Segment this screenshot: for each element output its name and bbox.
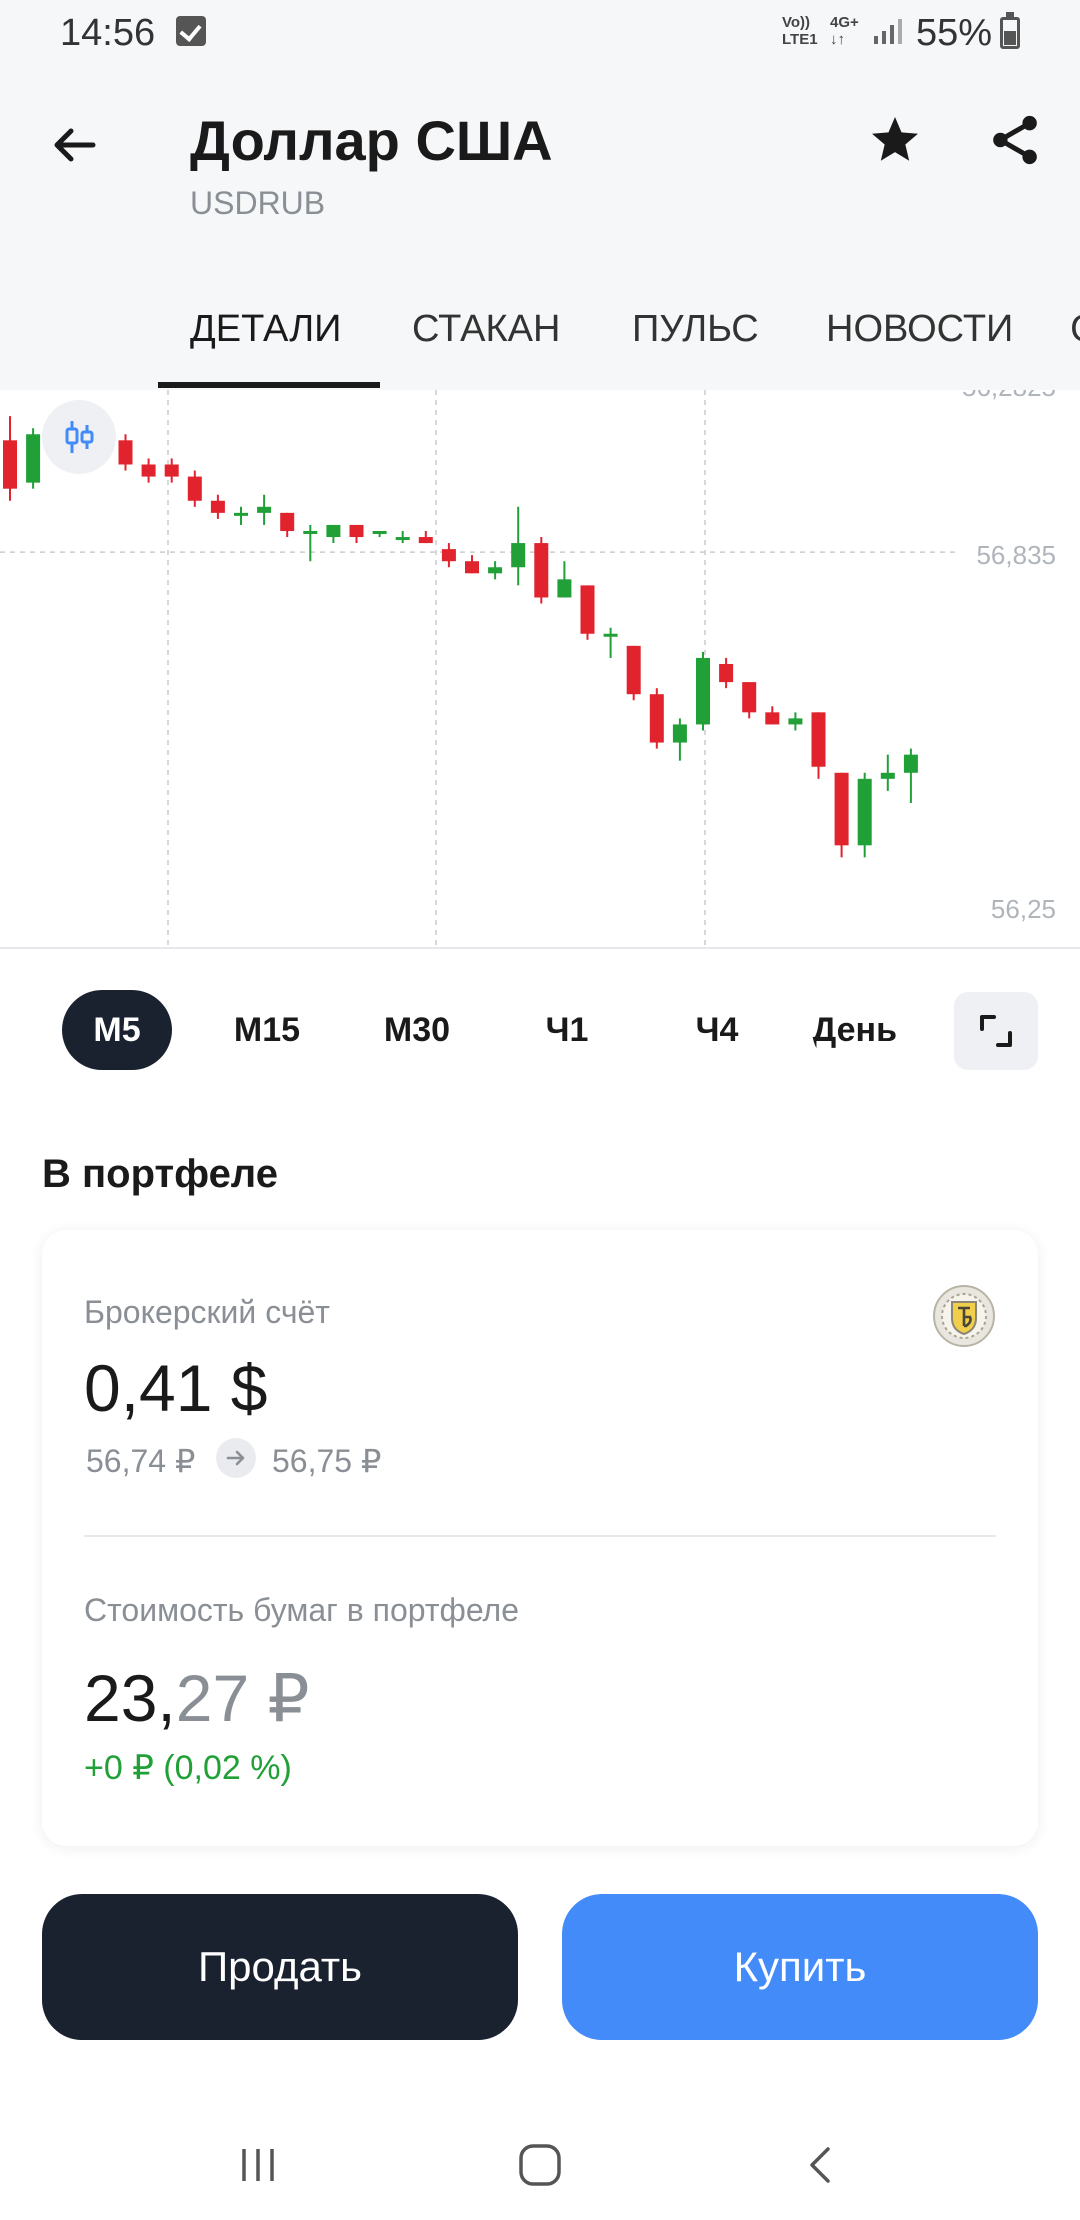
tab-pulse[interactable]: ПУЛЬС: [632, 300, 759, 390]
candle-body: [187, 476, 202, 501]
notification-check-icon: [176, 16, 206, 46]
avg-price: 56,74 ₽: [86, 1443, 196, 1479]
candle-body: [857, 778, 872, 846]
timeframe-selector: М5 М15 М30 Ч1 Ч4 День: [0, 990, 1080, 1076]
home-button[interactable]: [500, 2130, 580, 2200]
candle-body: [903, 754, 918, 773]
recent-apps-icon: [242, 2149, 274, 2181]
candle-body: [210, 500, 225, 513]
candle-body: [742, 682, 757, 713]
status-time: 14:56: [60, 12, 156, 54]
portfolio-card[interactable]: Брокерский счёт 0,41 $ 56,74 ₽ 56,75 ₽ С…: [42, 1230, 1038, 1846]
price-chart[interactable]: 56,2825 56,835 56,25: [0, 390, 1080, 948]
volte-indicator: Vo)) LTE1: [782, 14, 818, 48]
candle-body: [3, 440, 17, 489]
buy-button[interactable]: Купить: [562, 1894, 1038, 2040]
candle-body: [672, 724, 687, 743]
candle-body: [26, 434, 41, 483]
candle-body: [788, 718, 803, 725]
arrow-right-icon: [216, 1438, 256, 1478]
home-icon: [519, 2144, 561, 2186]
period-m15[interactable]: М15: [212, 990, 322, 1070]
portfolio-change: +0 ₽ (0,02 %): [84, 1749, 292, 1787]
candle-body: [141, 464, 156, 477]
candle-body: [465, 561, 479, 574]
candle-body: [395, 537, 410, 541]
period-m30[interactable]: М30: [362, 990, 472, 1070]
tinkoff-logo-icon: [933, 1285, 995, 1347]
candle-body: [580, 585, 595, 634]
active-tab-indicator: [158, 382, 380, 388]
candle-body: [280, 512, 295, 531]
candle-body: [326, 524, 341, 538]
favorite-button[interactable]: [860, 105, 930, 175]
recent-apps-button[interactable]: [218, 2130, 298, 2200]
ticker-label: USDRUB: [190, 185, 326, 221]
period-day[interactable]: День: [812, 990, 942, 1070]
candlestick-chart[interactable]: 56,2825 56,835 56,25: [0, 390, 1080, 948]
candle-body: [811, 712, 826, 767]
tab-news[interactable]: НОВОСТИ: [826, 300, 1013, 390]
candle-body: [372, 530, 387, 534]
candle-body: [164, 464, 179, 477]
candle-body: [234, 512, 248, 516]
tab-bar: ДЕТАЛИ СТАКАН ПУЛЬС НОВОСТИ О: [0, 300, 1080, 390]
instrument-header: Доллар США USDRUB ДЕТАЛИ СТАКАН ПУЛЬС НО…: [0, 70, 1080, 390]
fullscreen-chart-button[interactable]: [954, 992, 1038, 1070]
account-label: Брокерский счёт: [84, 1294, 330, 1330]
battery-icon: [1000, 12, 1020, 49]
portfolio-value: 23,27 ₽: [84, 1661, 310, 1735]
candle-body: [303, 530, 318, 534]
candle-body: [719, 663, 734, 683]
candle-body: [349, 524, 364, 538]
candle-body: [441, 549, 456, 562]
candle-body: [765, 712, 780, 725]
arrow-left-icon: [54, 128, 96, 162]
portfolio-section-title: В портфеле: [42, 1152, 278, 1196]
candle-body: [488, 567, 503, 574]
sell-button[interactable]: Продать: [42, 1894, 518, 2040]
system-nav-bar: [0, 2110, 1080, 2220]
period-h4[interactable]: Ч4: [662, 990, 772, 1070]
period-h1[interactable]: Ч1: [512, 990, 622, 1070]
share-icon: [993, 115, 1037, 165]
candle-body: [696, 657, 710, 725]
y-axis-label: 56,25: [991, 894, 1056, 924]
period-m5[interactable]: М5: [62, 990, 172, 1070]
network-type-indicator: 4G+ ↓↑: [830, 14, 859, 48]
battery-percent: 55%: [916, 12, 993, 54]
position-amount: 0,41 $: [84, 1351, 268, 1425]
y-axis-label: 56,2825: [962, 390, 1056, 402]
card-divider: [84, 1535, 996, 1537]
candlestick-indicator-icon: [65, 421, 94, 453]
portfolio-value-label: Стоимость бумаг в портфеле: [84, 1592, 520, 1628]
candle-body: [880, 772, 895, 779]
candle-body: [118, 440, 133, 465]
back-button[interactable]: [40, 110, 110, 180]
tab-details[interactable]: ДЕТАЛИ: [190, 300, 341, 390]
current-price: 56,75 ₽: [272, 1443, 382, 1479]
share-button[interactable]: [980, 105, 1050, 175]
candle-body: [418, 537, 433, 544]
expand-icon: [980, 1015, 1012, 1047]
candle-body: [603, 633, 618, 637]
candle-body: [626, 645, 641, 695]
candle-body: [257, 506, 272, 513]
page-title: Доллар США: [190, 109, 553, 172]
candle-body: [534, 543, 549, 598]
tab-orderbook[interactable]: СТАКАН: [412, 300, 560, 390]
candle-body: [557, 579, 572, 598]
status-bar: 14:56 Vo)) LTE1 4G+ ↓↑ 55%: [0, 0, 1080, 70]
chevron-left-icon: [810, 2147, 830, 2183]
system-back-button[interactable]: [782, 2130, 862, 2200]
tab-next-partial[interactable]: О: [1070, 300, 1080, 390]
star-icon: [872, 117, 918, 161]
candle-body: [511, 543, 526, 568]
signal-icon: [874, 19, 902, 44]
indicators-button[interactable]: [42, 400, 116, 474]
candle-body: [834, 772, 849, 846]
candle-body: [649, 694, 664, 743]
y-axis-label: 56,835: [976, 540, 1056, 570]
